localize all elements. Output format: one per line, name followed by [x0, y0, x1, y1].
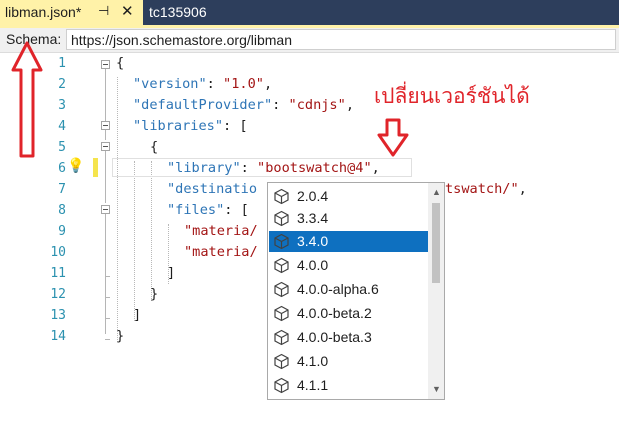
completion-item[interactable]: 4.0.0 — [269, 255, 428, 276]
tab-tc135906[interactable]: tc135906 — [143, 0, 233, 25]
code-line-5: { — [150, 139, 159, 155]
code-line-4: "libraries": [ — [133, 118, 248, 134]
package-cube-icon — [274, 377, 289, 394]
pin-icon[interactable]: ⊣ — [98, 3, 109, 19]
package-cube-icon — [274, 233, 289, 250]
code-line-9: "materia/ — [184, 223, 258, 239]
line-number: 9 — [58, 224, 66, 239]
indent-guide — [151, 161, 152, 301]
fold-guide — [105, 151, 106, 203]
line-number: 7 — [58, 182, 66, 197]
line-number: 11 — [50, 266, 66, 281]
indent-guide — [134, 161, 135, 321]
scroll-up-icon[interactable]: ▲ — [432, 187, 441, 197]
completion-list[interactable]: 2.0.4 3.3.4 3.4.0 4.0.0 4.0.0-alpha.6 4.… — [267, 182, 445, 400]
completion-item[interactable]: 4.0.0-beta.2 — [269, 303, 428, 324]
fold-guide — [105, 214, 106, 334]
code-line-1: { — [116, 55, 125, 71]
fold-end-mark — [105, 339, 110, 340]
line-number: 6 — [58, 161, 66, 176]
code-line-11: ] — [167, 265, 176, 281]
code-line-13: ] — [133, 307, 142, 323]
completion-item[interactable]: 4.0.0-alpha.6 — [269, 279, 428, 300]
lightbulb-icon[interactable]: 💡 — [67, 158, 84, 174]
package-cube-icon — [274, 329, 289, 346]
package-cube-icon — [274, 257, 289, 274]
red-up-arrow-icon — [11, 41, 43, 158]
fold-guide — [105, 130, 106, 140]
completion-item[interactable]: 3.3.4 — [269, 208, 428, 229]
fold-end-mark — [105, 297, 110, 298]
code-line-2: "version": "1.0", — [133, 76, 273, 92]
close-icon[interactable]: ✕ — [121, 2, 134, 20]
annotation-text: เปลี่ยนเวอร์ชันได้ — [374, 84, 530, 108]
current-line-highlight — [112, 158, 412, 177]
line-number: 13 — [50, 308, 66, 323]
document-tab-bar: libman.json* ⊣ ✕ tc135906 — [0, 0, 619, 25]
red-down-arrow-icon — [377, 118, 409, 157]
package-cube-icon — [274, 210, 289, 227]
line-number: 12 — [50, 287, 66, 302]
completion-item-selected[interactable]: 3.4.0 — [269, 231, 428, 252]
fold-toggle-icon[interactable] — [101, 142, 110, 151]
tab-label: libman.json* — [5, 4, 82, 20]
line-number: 10 — [50, 245, 66, 260]
package-cube-icon — [274, 305, 289, 322]
package-cube-icon — [274, 281, 289, 298]
fold-toggle-icon[interactable] — [101, 121, 110, 130]
code-line-3: "defaultProvider": "cdnjs", — [133, 97, 354, 113]
completion-scrollbar[interactable]: ▲ ▼ — [428, 183, 444, 399]
scroll-down-icon[interactable]: ▼ — [432, 384, 441, 394]
scroll-thumb[interactable] — [432, 203, 440, 283]
package-cube-icon — [274, 353, 289, 370]
indent-guide — [117, 77, 118, 342]
line-number: 8 — [58, 203, 66, 218]
code-line-14: } — [116, 328, 125, 344]
fold-toggle-icon[interactable] — [101, 60, 110, 69]
package-cube-icon — [274, 188, 289, 205]
fold-toggle-icon[interactable] — [101, 205, 110, 214]
code-line-10: "materia/ — [184, 244, 258, 260]
code-line-7-tail: tswatch/", — [445, 181, 527, 197]
line-number: 14 — [50, 329, 66, 344]
fold-guide — [105, 69, 106, 121]
fold-end-mark — [105, 276, 110, 277]
completion-item[interactable]: 4.1.0 — [269, 351, 428, 372]
completion-item[interactable]: 4.1.1 — [269, 375, 428, 396]
code-line-8: "files": [ — [167, 202, 249, 218]
completion-item[interactable]: 2.0.4 — [269, 186, 428, 207]
fold-end-mark — [105, 318, 110, 319]
tab-label: tc135906 — [149, 4, 207, 20]
code-line-12: } — [150, 286, 159, 302]
tab-libman-json[interactable]: libman.json* ⊣ ✕ — [0, 0, 143, 25]
modified-line-marker — [93, 158, 98, 177]
schema-url-field[interactable]: https://json.schemastore.org/libman — [66, 29, 616, 50]
code-line-7: "destinatio — [167, 181, 258, 197]
schema-bar: Schema: https://json.schemastore.org/lib… — [0, 28, 619, 53]
completion-item[interactable]: 4.0.0-beta.3 — [269, 327, 428, 348]
schema-url-value: https://json.schemastore.org/libman — [71, 32, 292, 48]
